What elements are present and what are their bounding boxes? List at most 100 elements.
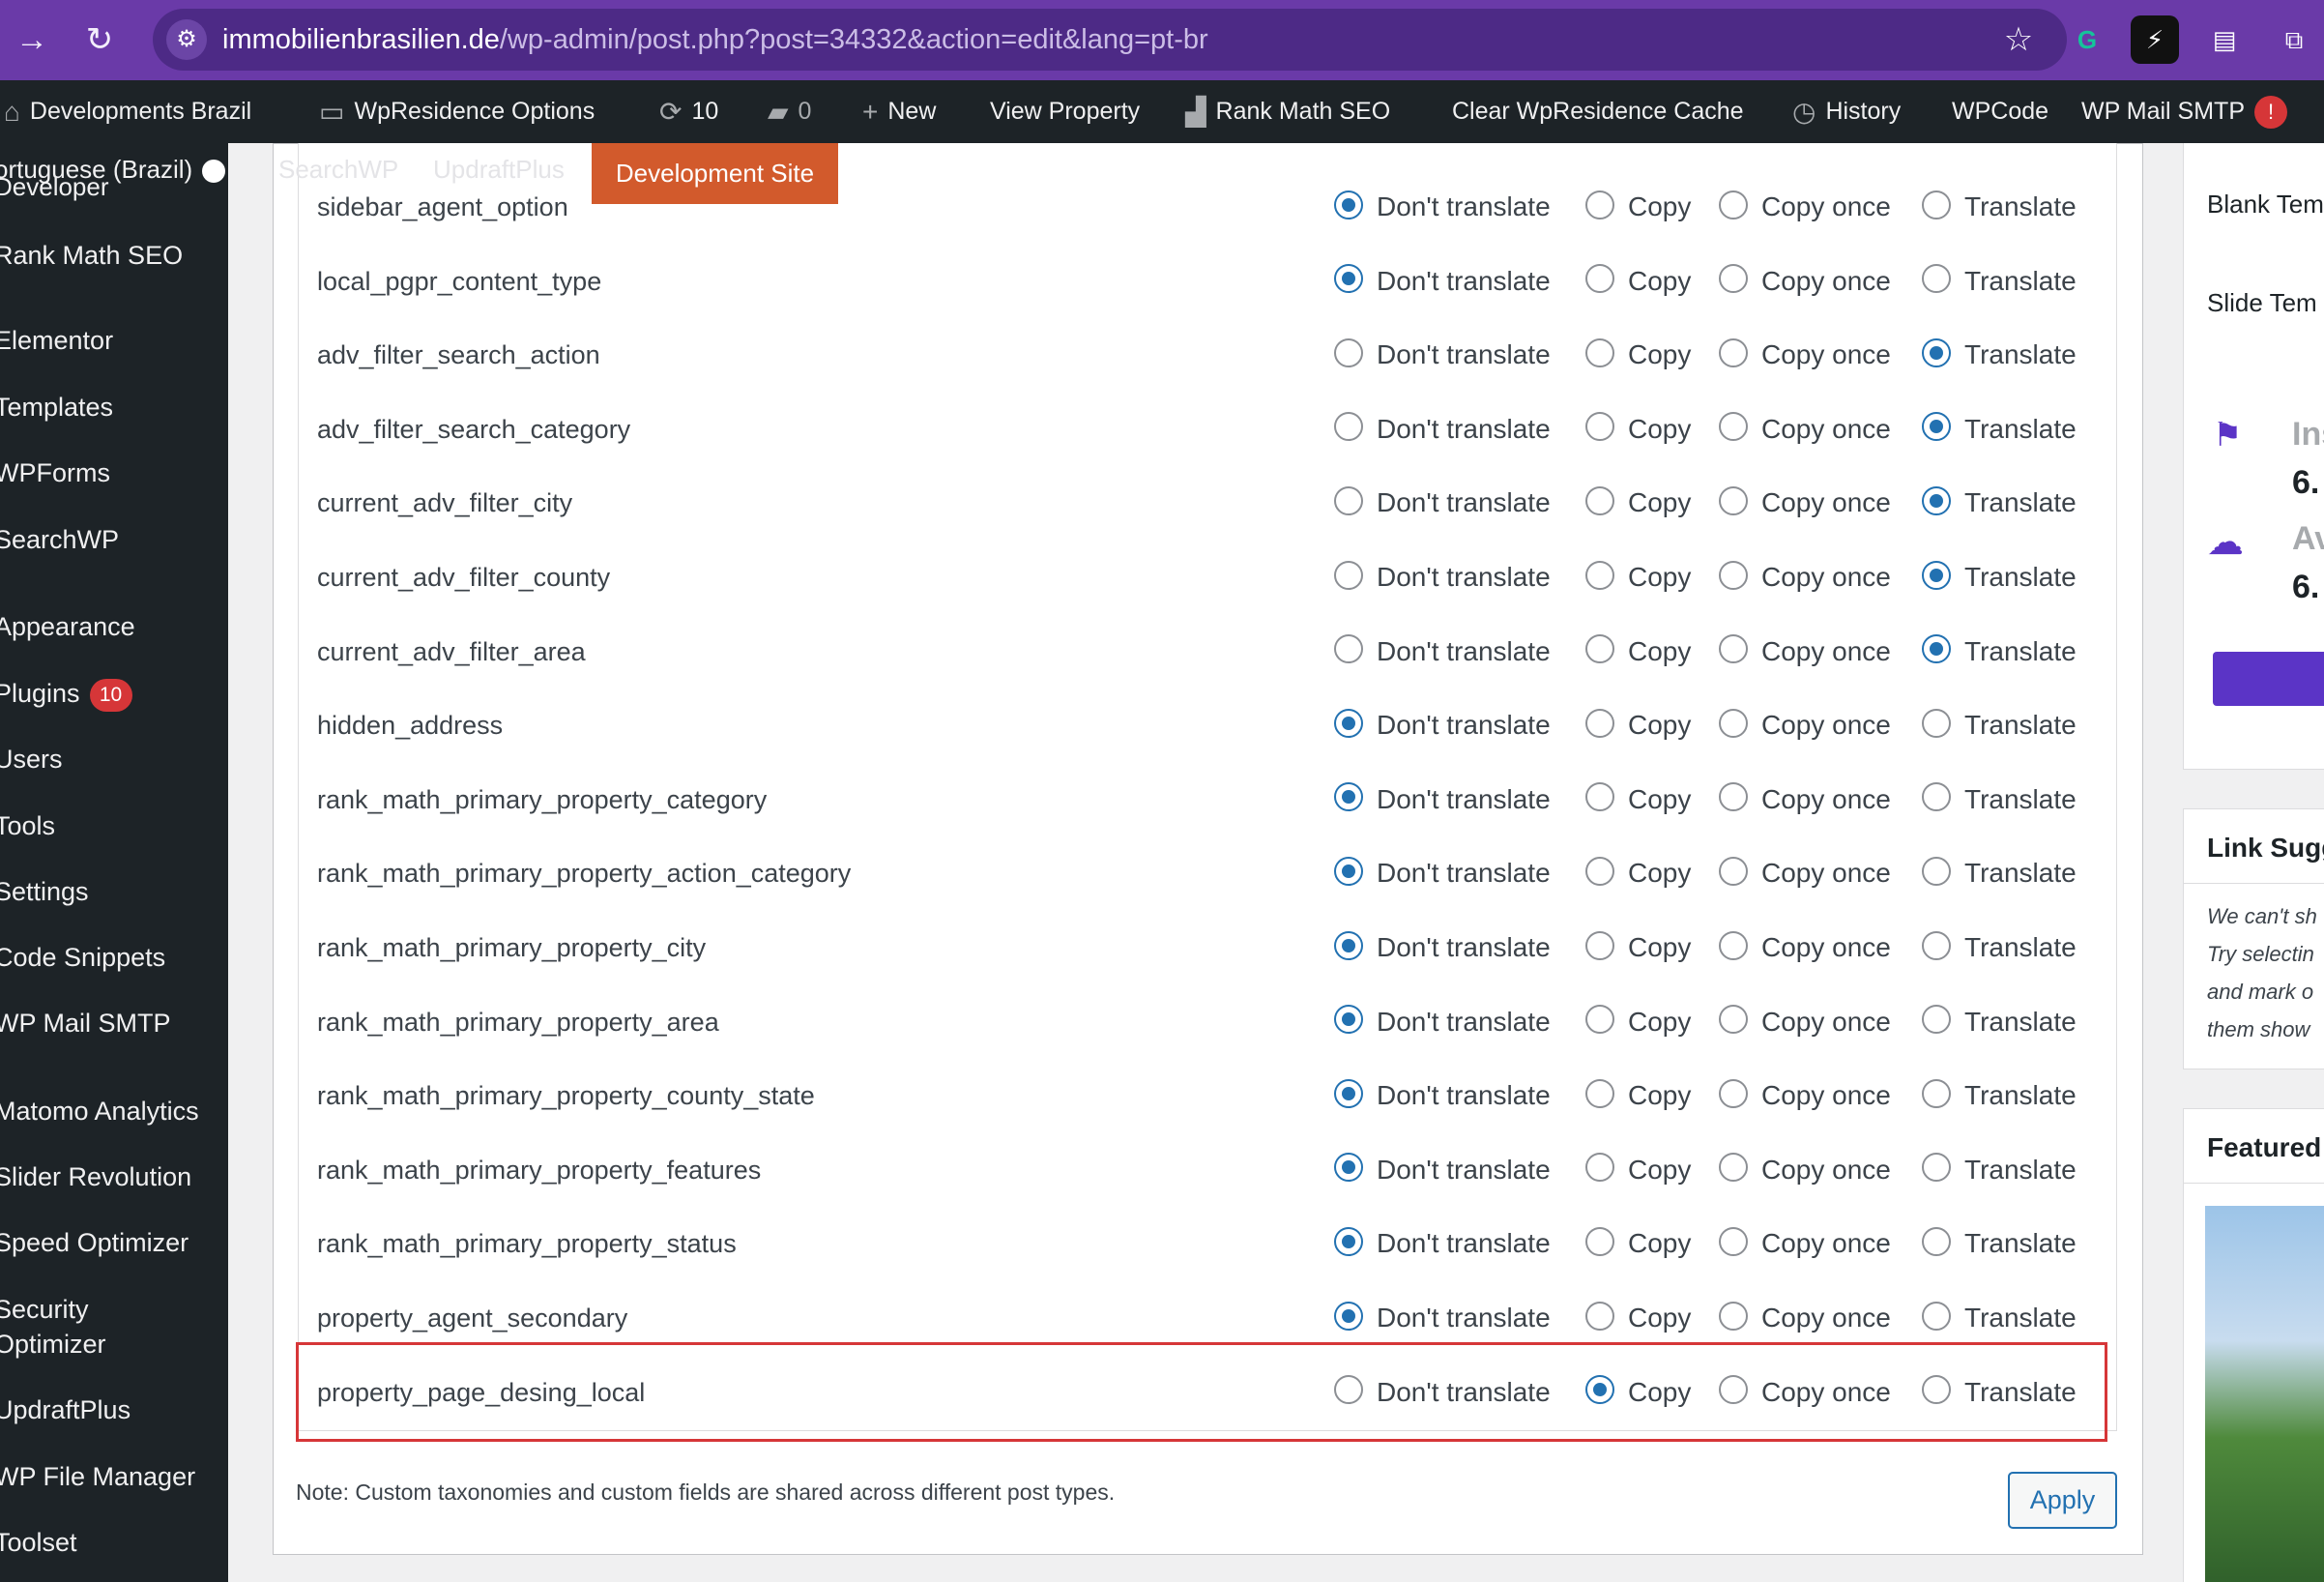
radio-button[interactable] [1334, 1301, 1363, 1331]
radio-option-translate[interactable]: Translate [1922, 1133, 2077, 1207]
radio-option-dont-translate[interactable]: Don't translate [1334, 1207, 1551, 1280]
radio-option-copy[interactable]: Copy [1585, 985, 1691, 1059]
sidebar-item-settings[interactable]: Settings [0, 874, 89, 909]
admin-bar-clear-cache[interactable]: Clear WpResidence Cache [1452, 80, 1744, 143]
radio-button[interactable] [1922, 412, 1951, 442]
radio-option-dont-translate[interactable]: Don't translate [1334, 245, 1551, 318]
radio-option-dont-translate[interactable]: Don't translate [1334, 688, 1551, 762]
radio-button[interactable] [1922, 857, 1951, 886]
radio-option-dont-translate[interactable]: Don't translate [1334, 615, 1551, 688]
sidebar-item-users[interactable]: Users [0, 742, 63, 776]
radio-button[interactable] [1922, 634, 1951, 664]
radio-button[interactable] [1334, 190, 1363, 220]
admin-bar-wp-mail-smtp[interactable]: WP Mail SMTP! [2081, 80, 2287, 143]
radio-option-copy-once[interactable]: Copy once [1719, 985, 1891, 1059]
radio-option-dont-translate[interactable]: Don't translate [1334, 393, 1551, 466]
radio-button[interactable] [1585, 782, 1614, 812]
radio-button[interactable] [1922, 708, 1951, 738]
sidebar-item-security-optimizer[interactable]: Security [0, 1292, 89, 1327]
radio-button[interactable] [1585, 1078, 1614, 1108]
admin-bar-site-name[interactable]: ⌂ Developments Brazil [4, 80, 251, 143]
radio-option-copy-once[interactable]: Copy once [1719, 1133, 1891, 1207]
admin-bar-history[interactable]: ◷ History [1792, 80, 1901, 143]
radio-option-copy[interactable]: Copy [1585, 1133, 1691, 1207]
radio-button[interactable] [1922, 1005, 1951, 1035]
sidebar-item-speed-optimizer[interactable]: Speed Optimizer [0, 1225, 189, 1260]
sidebar-item-wp-file-manager[interactable]: WP File Manager [0, 1459, 195, 1494]
radio-button[interactable] [1334, 1078, 1363, 1108]
radio-option-translate[interactable]: Translate [1922, 985, 2077, 1059]
radio-button[interactable] [1719, 1227, 1748, 1256]
radio-option-translate[interactable]: Translate [1922, 1059, 2077, 1132]
radio-button[interactable] [1585, 264, 1614, 294]
admin-bar-wpresidence-options[interactable]: ▭ WpResidence Options [319, 80, 595, 143]
radio-option-dont-translate[interactable]: Don't translate [1334, 836, 1551, 910]
featured-image-thumbnail[interactable] [2205, 1206, 2324, 1582]
radio-option-translate[interactable]: Translate [1922, 541, 2077, 614]
admin-bar-updates[interactable]: ⟳ 10 [659, 80, 718, 143]
radio-button[interactable] [1719, 782, 1748, 812]
radio-button[interactable] [1922, 486, 1951, 515]
radio-button[interactable] [1922, 560, 1951, 590]
radio-option-translate[interactable]: Translate [1922, 615, 2077, 688]
radio-option-copy[interactable]: Copy [1585, 763, 1691, 836]
radio-button[interactable] [1719, 1301, 1748, 1331]
site-settings-icon[interactable]: ⚙ [166, 19, 207, 60]
sidebar-item-code-snippets[interactable]: Code Snippets [0, 940, 165, 975]
radio-button[interactable] [1334, 337, 1363, 367]
radio-option-dont-translate[interactable]: Don't translate [1334, 541, 1551, 614]
radio-button[interactable] [1334, 930, 1363, 960]
radio-button[interactable] [1585, 1301, 1614, 1331]
radio-option-copy[interactable]: Copy [1585, 541, 1691, 614]
grammarly-extension-icon[interactable]: G [2063, 15, 2111, 64]
sidebar-item-matomo[interactable]: Matomo Analytics [0, 1094, 199, 1128]
admin-bar-rank-math[interactable]: ▟ Rank Math SEO [1185, 80, 1390, 143]
radio-button[interactable] [1719, 708, 1748, 738]
radio-option-dont-translate[interactable]: Don't translate [1334, 318, 1551, 392]
address-bar[interactable]: ⚙ immobilienbrasilien.de/wp-admin/post.p… [153, 9, 2067, 71]
radio-button[interactable] [1719, 1005, 1748, 1035]
radio-option-dont-translate[interactable]: Don't translate [1334, 1133, 1551, 1207]
keyboard-extension-icon[interactable]: ▤ [2200, 15, 2249, 64]
lightning-extension-icon[interactable]: ⚡ [2131, 15, 2179, 64]
radio-button[interactable] [1922, 1301, 1951, 1331]
slide-template-option[interactable]: Slide Tem [2207, 288, 2317, 318]
radio-button[interactable] [1922, 1153, 1951, 1183]
radio-button[interactable] [1719, 412, 1748, 442]
radio-option-copy-once[interactable]: Copy once [1719, 615, 1891, 688]
radio-option-translate[interactable]: Translate [1922, 466, 2077, 540]
radio-button[interactable] [1719, 634, 1748, 664]
radio-option-copy[interactable]: Copy [1585, 466, 1691, 540]
radio-button[interactable] [1719, 486, 1748, 515]
radio-option-dont-translate[interactable]: Don't translate [1334, 466, 1551, 540]
radio-button[interactable] [1719, 930, 1748, 960]
radio-option-copy[interactable]: Copy [1585, 318, 1691, 392]
sidebar-item-appearance[interactable]: Appearance [0, 609, 135, 644]
radio-option-dont-translate[interactable]: Don't translate [1334, 985, 1551, 1059]
radio-button[interactable] [1334, 782, 1363, 812]
radio-button[interactable] [1719, 190, 1748, 220]
sidebar-item-wp-mail-smtp[interactable]: WP Mail SMTP [0, 1006, 171, 1040]
sidebar-item-tools[interactable]: Tools [0, 808, 55, 843]
radio-option-translate[interactable]: Translate [1922, 245, 2077, 318]
sidebar-item-plugins[interactable]: Plugins 10 [0, 676, 132, 712]
update-action-button[interactable] [2213, 652, 2324, 706]
radio-option-copy[interactable]: Copy [1585, 245, 1691, 318]
radio-button[interactable] [1334, 1227, 1363, 1256]
radio-option-copy[interactable]: Copy [1585, 170, 1691, 244]
radio-button[interactable] [1719, 1153, 1748, 1183]
radio-option-copy-once[interactable]: Copy once [1719, 1207, 1891, 1280]
sidebar-item-wpforms[interactable]: WPForms [0, 455, 110, 490]
radio-option-copy[interactable]: Copy [1585, 911, 1691, 984]
radio-option-translate[interactable]: Translate [1922, 763, 2077, 836]
apply-button[interactable]: Apply [2008, 1472, 2117, 1529]
sidebar-developer-item[interactable]: Developer [0, 174, 109, 199]
radio-button[interactable] [1334, 708, 1363, 738]
radio-option-copy[interactable]: Copy [1585, 1059, 1691, 1132]
radio-button[interactable] [1334, 857, 1363, 886]
radio-button[interactable] [1334, 634, 1363, 664]
radio-option-copy-once[interactable]: Copy once [1719, 541, 1891, 614]
radio-option-dont-translate[interactable]: Don't translate [1334, 911, 1551, 984]
radio-option-copy[interactable]: Copy [1585, 1207, 1691, 1280]
radio-option-copy[interactable]: Copy [1585, 393, 1691, 466]
